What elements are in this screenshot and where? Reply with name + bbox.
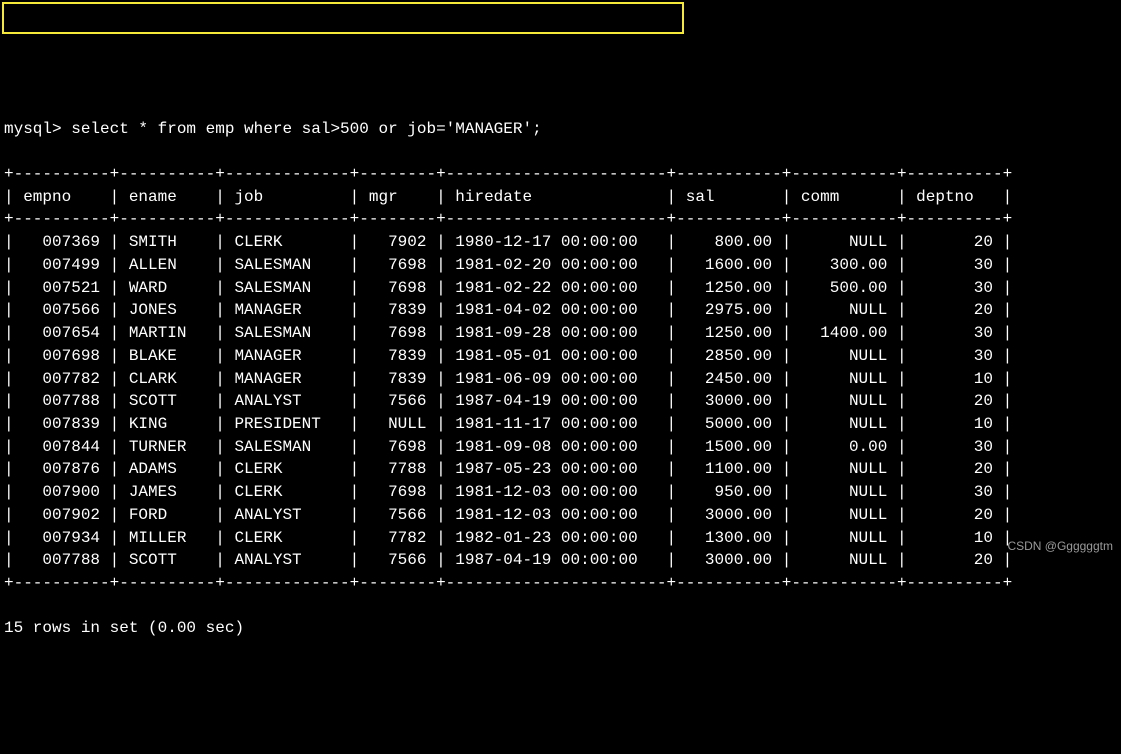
table-output: +----------+----------+-------------+---… [4,165,1012,592]
result-footer: 15 rows in set (0.00 sec) [4,619,244,637]
sql-prompt[interactable]: mysql> select * from emp where sal>500 o… [4,118,1117,141]
watermark: CSDN @Ggggggtm [1007,538,1113,555]
query-highlight-box [2,2,684,34]
